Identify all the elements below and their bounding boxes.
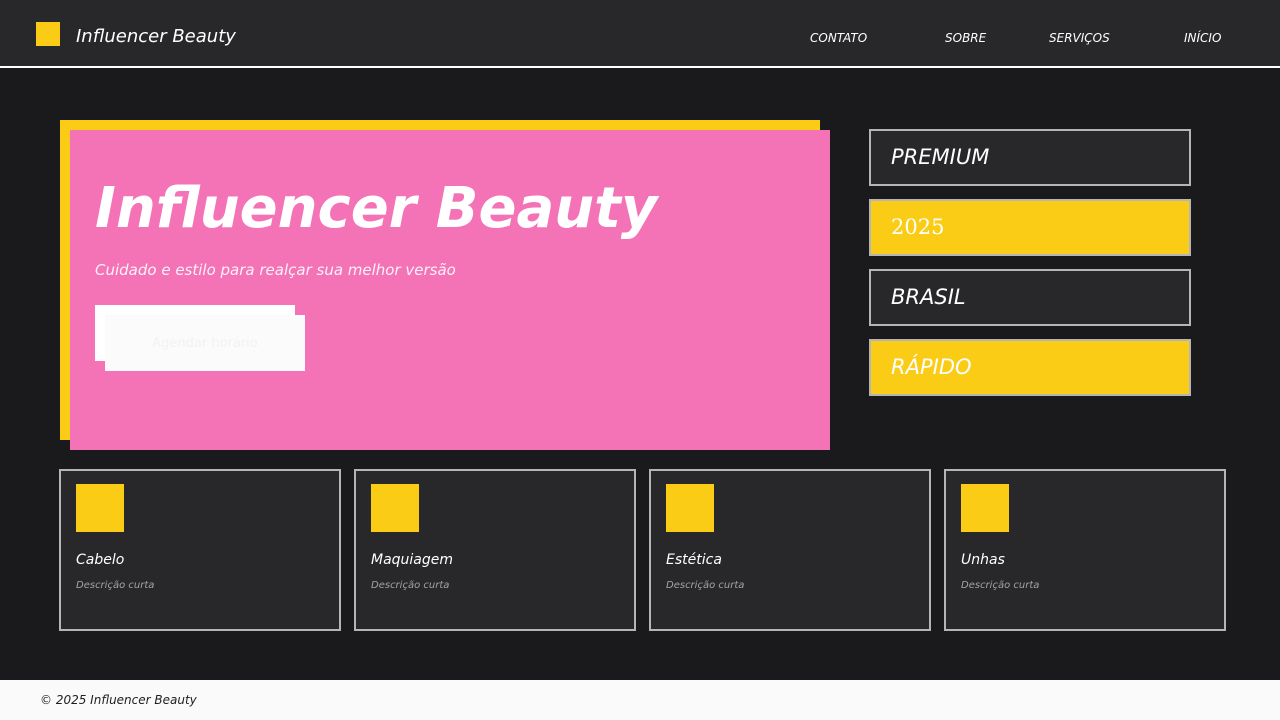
hero-panel: Influencer Beauty Cuidado e estilo para … — [70, 130, 830, 450]
service-card-maquiagem[interactable]: Maquiagem Descrição curta — [354, 469, 636, 631]
service-square-icon — [961, 484, 1009, 532]
nav-inicio[interactable]: INÍCIO — [1184, 31, 1221, 45]
tag-brasil: BRASIL — [869, 269, 1191, 326]
card-description: Descrição curta — [666, 580, 745, 591]
card-title: Cabelo — [76, 552, 125, 568]
nav-servicos[interactable]: SERVIÇOS — [1049, 31, 1110, 45]
nav-sobre[interactable]: SOBRE — [945, 31, 986, 45]
card-description: Descrição curta — [961, 580, 1040, 591]
cta-button[interactable]: Agendar horário — [105, 315, 305, 371]
site-header: Influencer Beauty CONTATO SOBRE SERVIÇOS… — [0, 0, 1280, 68]
hero-title: Influencer Beauty — [95, 176, 658, 241]
tag-premium: PREMIUM — [869, 129, 1191, 186]
service-square-icon — [371, 484, 419, 532]
hero-subtitle: Cuidado e estilo para realçar sua melhor… — [95, 261, 456, 279]
service-square-icon — [76, 484, 124, 532]
card-description: Descrição curta — [76, 580, 155, 591]
nav-contato[interactable]: CONTATO — [810, 31, 867, 45]
card-title: Maquiagem — [371, 552, 454, 568]
footer-copyright: © 2025 Influencer Beauty — [40, 693, 197, 707]
service-card-unhas[interactable]: Unhas Descrição curta — [944, 469, 1226, 631]
card-title: Estética — [666, 552, 722, 568]
tag-year: 2025 — [869, 199, 1191, 256]
service-card-cabelo[interactable]: Cabelo Descrição curta — [59, 469, 341, 631]
tag-rapido: RÁPIDO — [869, 339, 1191, 396]
brand-name[interactable]: Influencer Beauty — [76, 26, 236, 47]
brand-square-icon[interactable] — [36, 22, 60, 46]
site-footer: © 2025 Influencer Beauty — [0, 680, 1280, 720]
card-title: Unhas — [961, 552, 1005, 568]
service-card-estetica[interactable]: Estética Descrição curta — [649, 469, 931, 631]
service-square-icon — [666, 484, 714, 532]
card-description: Descrição curta — [371, 580, 450, 591]
